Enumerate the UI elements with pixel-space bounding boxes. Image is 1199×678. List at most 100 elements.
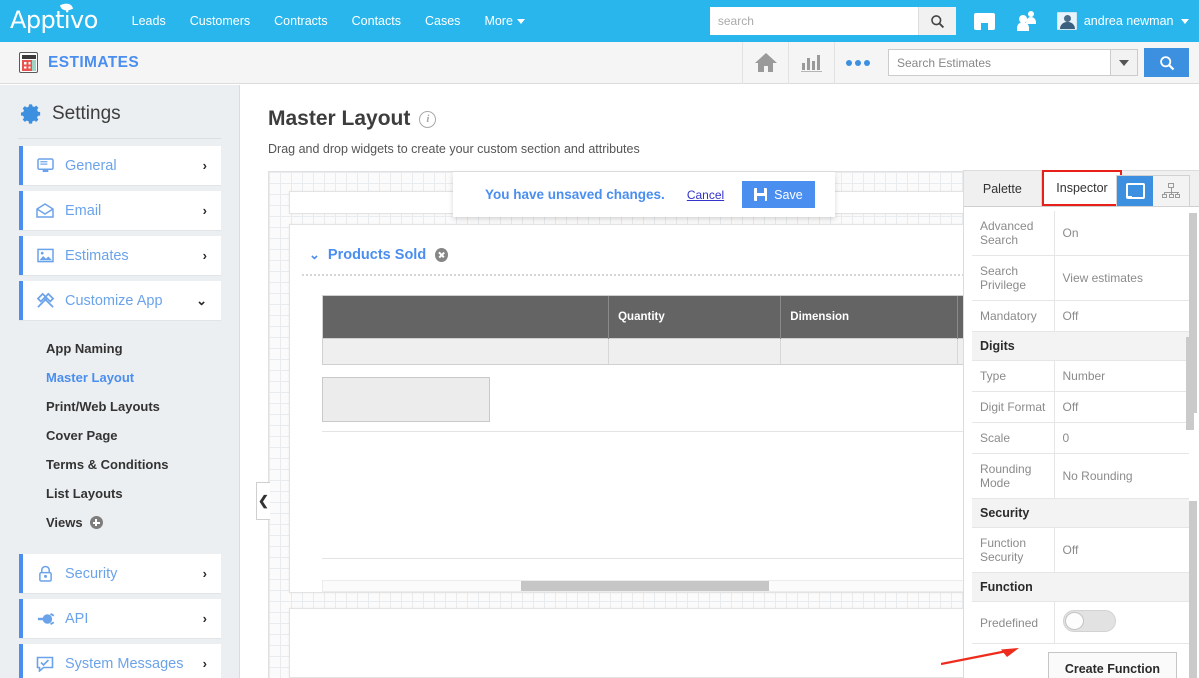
sidebar-item-system-messages[interactable]: System Messages › — [19, 644, 221, 678]
property-row-mandatory[interactable]: Mandatory Off — [972, 300, 1189, 332]
app-header-actions — [742, 41, 1199, 84]
unsaved-changes-message: You have unsaved changes. — [485, 187, 665, 202]
property-key: Search Privilege — [972, 255, 1055, 301]
table-cell[interactable] — [608, 337, 782, 364]
property-row-predefined[interactable]: Predefined — [972, 601, 1189, 644]
canvas-vertical-scrollbar[interactable] — [1186, 337, 1194, 430]
info-icon[interactable]: i — [419, 110, 437, 128]
global-search-input[interactable] — [709, 7, 918, 35]
column-header-dimension[interactable]: Dimension — [780, 296, 958, 338]
property-row-function-security[interactable]: Function Security Off — [972, 527, 1189, 573]
sidebar-item-master-layout[interactable]: Master Layout — [0, 363, 239, 392]
message-check-icon — [35, 656, 55, 672]
cancel-link[interactable]: Cancel — [687, 188, 724, 202]
property-value[interactable]: Off — [1054, 301, 1189, 332]
sidebar-item-customize-app[interactable]: Customize App ⌄ — [19, 281, 221, 320]
property-row-search-privilege[interactable]: Search Privilege View estimates — [972, 255, 1189, 301]
table-cell[interactable] — [323, 337, 610, 364]
people-icon[interactable] — [1016, 11, 1037, 31]
predefined-toggle[interactable] — [1062, 610, 1116, 632]
tree-view-button[interactable] — [1153, 176, 1189, 206]
sidebar-collapse-handle[interactable]: ❮ — [256, 482, 270, 520]
scrollbar-thumb[interactable] — [521, 581, 769, 591]
column-header-quantity[interactable]: Quantity — [608, 296, 782, 338]
sidebar-title: Settings — [52, 102, 121, 124]
property-key: Function Security — [972, 527, 1055, 573]
monitor-icon — [1125, 183, 1145, 199]
save-button[interactable]: Save — [742, 181, 815, 208]
property-value[interactable]: No Rounding — [1054, 454, 1189, 499]
property-row-digit-format[interactable]: Digit Format Off — [972, 391, 1189, 423]
topbar-right-group: andrea newman — [709, 7, 1199, 35]
table-cell[interactable] — [780, 337, 958, 364]
store-icon[interactable] — [973, 12, 995, 30]
sidebar-item-list-layouts[interactable]: List Layouts — [0, 479, 239, 508]
search-input[interactable] — [888, 49, 1110, 76]
plus-circle-icon[interactable] — [89, 516, 103, 529]
remove-circle-icon[interactable] — [435, 248, 449, 262]
caret-down-icon — [1181, 19, 1189, 25]
sidebar-subitem-label: Print/Web Layouts — [46, 399, 160, 414]
nav-item-contacts[interactable]: Contacts — [340, 0, 413, 42]
sidebar-item-app-naming[interactable]: App Naming — [0, 334, 239, 363]
sidebar-item-security[interactable]: Security › — [19, 554, 221, 593]
property-row-advanced-search[interactable]: Advanced Search On — [972, 211, 1189, 256]
search-scope-dropdown[interactable] — [1110, 49, 1138, 76]
inspector-properties: Advanced Search On Search Privilege View… — [972, 211, 1189, 678]
sidebar-item-terms-conditions[interactable]: Terms & Conditions — [0, 450, 239, 479]
apptivo-logo-text: Apptivo — [10, 6, 98, 34]
chevron-down-icon — [1119, 59, 1129, 66]
property-value[interactable]: 0 — [1054, 423, 1189, 454]
property-value[interactable]: On — [1054, 211, 1189, 256]
sidebar-item-general[interactable]: General › — [19, 146, 221, 185]
sidebar-subitem-label: Terms & Conditions — [46, 457, 169, 472]
avatar[interactable] — [1056, 12, 1077, 30]
search-submit-button[interactable] — [1144, 48, 1189, 77]
property-value[interactable]: View estimates — [1054, 256, 1189, 301]
sidebar-item-api[interactable]: API › — [19, 599, 221, 638]
page-title: ESTIMATES — [48, 53, 140, 71]
tab-inspector[interactable]: Inspector — [1041, 170, 1123, 206]
desktop-view-button[interactable] — [1117, 176, 1153, 206]
lock-icon — [35, 565, 55, 582]
more-actions-button[interactable] — [834, 41, 880, 84]
sidebar-item-email[interactable]: Email › — [19, 191, 221, 230]
sidebar-item-cover-page[interactable]: Cover Page — [0, 421, 239, 450]
chevron-right-icon: › — [202, 656, 207, 671]
chevron-right-icon: › — [202, 611, 207, 626]
global-search-button[interactable] — [917, 7, 956, 35]
property-value[interactable]: Off — [1054, 528, 1189, 573]
chevron-right-icon: › — [202, 203, 207, 218]
sidebar-item-views[interactable]: Views — [0, 508, 239, 537]
nav-item-leads[interactable]: Leads — [120, 0, 178, 42]
column-header-blank[interactable] — [323, 296, 610, 338]
property-row-scale[interactable]: Scale 0 — [972, 422, 1189, 454]
sidebar-item-print-web-layouts[interactable]: Print/Web Layouts — [0, 392, 239, 421]
apptivo-logo[interactable]: Apptivo — [10, 1, 98, 34]
tab-palette[interactable]: Palette — [964, 171, 1042, 206]
sitemap-icon — [1162, 183, 1181, 199]
nav-item-customers[interactable]: Customers — [178, 0, 262, 42]
create-function-button[interactable]: Create Function — [1047, 652, 1177, 678]
sidebar-item-estimates[interactable]: Estimates › — [19, 236, 221, 275]
property-key: Rounding Mode — [972, 453, 1055, 499]
red-arrow-icon — [941, 648, 1019, 666]
property-row-type[interactable]: Type Number — [972, 360, 1189, 392]
chevron-down-icon[interactable]: ⌄ — [309, 247, 320, 263]
widget-placeholder-box[interactable] — [322, 377, 490, 422]
nav-item-more[interactable]: More — [472, 0, 536, 42]
more-dots-icon — [845, 59, 870, 66]
home-button[interactable] — [742, 41, 788, 84]
reports-button[interactable] — [788, 41, 834, 84]
property-row-rounding-mode[interactable]: Rounding Mode No Rounding — [972, 453, 1189, 499]
property-value[interactable]: Number — [1054, 361, 1189, 392]
user-menu[interactable]: andrea newman — [1084, 14, 1189, 28]
nav-item-contracts[interactable]: Contracts — [262, 0, 340, 42]
page-header: Master Layout i Drag and drop widgets to… — [241, 85, 1199, 156]
property-group-function: Function — [972, 572, 1189, 602]
nav-item-cases[interactable]: Cases — [413, 0, 472, 42]
property-value[interactable]: Off — [1054, 392, 1189, 423]
inspector-scrollbar-lower[interactable] — [1189, 501, 1197, 678]
property-group-label: Function — [972, 572, 1189, 602]
toggle-knob — [1064, 612, 1084, 630]
